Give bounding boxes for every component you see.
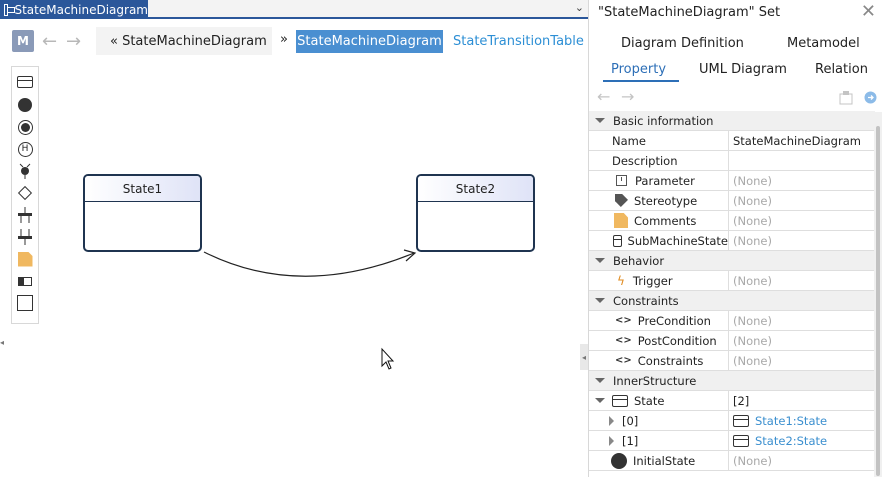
section-label: Constraints — [613, 293, 679, 308]
state-icon — [613, 234, 622, 247]
property-value[interactable]: (None) — [733, 331, 772, 350]
collapse-icon — [595, 298, 605, 303]
property-label: Stereotype — [634, 193, 698, 208]
property-row-comments[interactable]: Comments (None) — [589, 211, 875, 231]
property-value[interactable]: (None) — [733, 311, 772, 330]
collapse-icon — [595, 378, 605, 383]
property-label: [1] — [622, 433, 639, 448]
code-icon: <> — [615, 315, 632, 326]
state-icon — [733, 434, 749, 447]
property-row-trigger[interactable]: ϟ Trigger (None) — [589, 271, 875, 291]
property-row-initial-state[interactable]: InitialState (None) — [589, 451, 875, 471]
property-panel: "StateMachineDiagram" Set ✕ Diagram Defi… — [588, 0, 882, 477]
diagram-editor: StateMachineDiagram ⌄ M ← → « StateMachi… — [0, 0, 588, 477]
property-value[interactable]: (None) — [733, 171, 772, 190]
back-arrow-icon[interactable]: ← — [597, 87, 610, 106]
tab-diagram-definition[interactable]: Diagram Definition — [621, 36, 744, 51]
code-icon: <> — [615, 355, 632, 366]
lightning-icon: ϟ — [617, 273, 625, 288]
mouse-cursor — [381, 347, 395, 370]
section-behavior[interactable]: Behavior — [589, 251, 875, 271]
property-value[interactable]: (None) — [733, 451, 772, 470]
section-label: Behavior — [613, 253, 665, 268]
property-row-parameter[interactable]: Parameter (None) — [589, 171, 875, 191]
tab-property[interactable]: Property — [611, 62, 666, 77]
expand-icon[interactable] — [609, 435, 614, 446]
property-grid: Basic information Name StateMachineDiagr… — [589, 111, 875, 471]
parameter-icon — [616, 175, 627, 186]
property-value[interactable]: (None) — [733, 231, 772, 250]
property-value-link[interactable]: State1:State — [755, 414, 827, 428]
model-edit-icon[interactable] — [839, 91, 853, 105]
property-toolbar: ← → — [589, 87, 882, 111]
section-basic-information[interactable]: Basic information — [589, 111, 875, 131]
property-row-precondition[interactable]: <> PreCondition (None) — [589, 311, 875, 331]
property-row-state-1[interactable]: [1] State2:State — [589, 431, 875, 451]
transition-arrow[interactable] — [203, 251, 415, 277]
forward-arrow-icon[interactable]: → — [621, 87, 634, 106]
property-value-link[interactable]: State2:State — [755, 434, 827, 448]
property-row-submachine-state[interactable]: SubMachineState (None) — [589, 231, 875, 251]
property-label: PostCondition — [637, 333, 717, 348]
state-icon — [612, 394, 628, 407]
left-collapse-handle[interactable]: ◂ — [0, 338, 6, 352]
section-label: InnerStructure — [613, 373, 697, 388]
property-label: Parameter — [635, 173, 695, 188]
property-label: SubMachineState — [627, 233, 728, 248]
navigate-icon[interactable] — [864, 91, 877, 104]
property-label: Comments — [634, 213, 697, 228]
close-icon[interactable]: ✕ — [861, 1, 876, 22]
collapse-icon — [595, 258, 605, 263]
app-root: StateMachineDiagram ⌄ M ← → « StateMachi… — [0, 0, 882, 477]
property-value[interactable]: StateMachineDiagram — [733, 131, 861, 150]
property-row-state[interactable]: State [2] — [589, 391, 875, 411]
section-label: Basic information — [613, 113, 714, 128]
code-icon: <> — [615, 335, 632, 346]
section-inner-structure[interactable]: InnerStructure — [589, 371, 875, 391]
state-icon — [733, 414, 749, 427]
property-row-state-0[interactable]: [0] State1:State — [589, 411, 875, 431]
property-value[interactable]: (None) — [733, 351, 772, 370]
tab-metamodel[interactable]: Metamodel — [787, 36, 860, 51]
property-row-constraints[interactable]: <> Constraints (None) — [589, 351, 875, 371]
property-label: Description — [589, 151, 729, 170]
property-row-name[interactable]: Name StateMachineDiagram — [589, 131, 875, 151]
property-label: Trigger — [632, 273, 673, 288]
expand-icon[interactable] — [609, 415, 614, 426]
tag-icon — [615, 194, 628, 207]
expand-icon[interactable] — [595, 398, 605, 403]
property-row-description[interactable]: Description — [589, 151, 875, 171]
property-value[interactable]: (None) — [733, 271, 772, 290]
property-value[interactable]: (None) — [733, 211, 772, 230]
tab-relation[interactable]: Relation — [815, 62, 868, 77]
initial-state-icon — [611, 452, 627, 469]
active-tab-indicator — [603, 80, 679, 82]
transition-layer — [203, 249, 417, 370]
property-label: State — [634, 393, 665, 408]
section-constraints[interactable]: Constraints — [589, 291, 875, 311]
property-label: Name — [589, 131, 729, 150]
property-label: [0] — [622, 413, 639, 428]
property-row-postcondition[interactable]: <> PostCondition (None) — [589, 331, 875, 351]
property-scrollbar-thumb[interactable] — [876, 126, 880, 476]
tab-uml-diagram[interactable]: UML Diagram — [699, 62, 787, 77]
property-label: PreCondition — [637, 313, 711, 328]
property-label: Constraints — [637, 353, 704, 368]
collapse-icon — [595, 118, 605, 123]
property-value[interactable]: [2] — [733, 391, 749, 410]
property-row-stereotype[interactable]: Stereotype (None) — [589, 191, 875, 211]
property-label: InitialState — [633, 453, 696, 468]
comment-icon — [614, 213, 628, 228]
transition-arrowhead — [403, 249, 417, 262]
property-value[interactable]: (None) — [733, 191, 772, 210]
panel-title: "StateMachineDiagram" Set — [598, 5, 781, 20]
right-collapse-handle[interactable]: ◂ — [580, 344, 588, 370]
